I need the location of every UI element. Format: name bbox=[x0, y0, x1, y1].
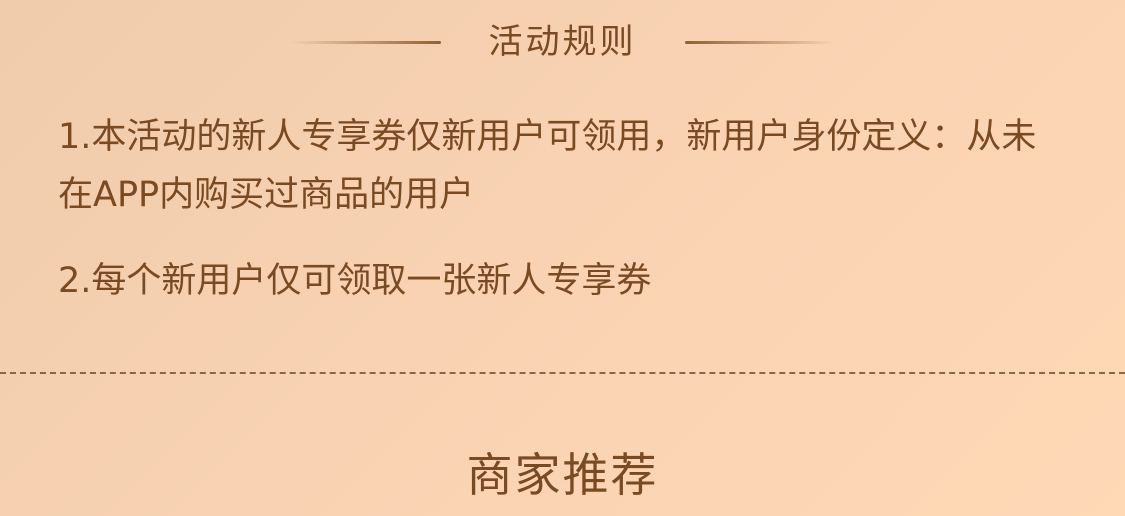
header-right-line bbox=[684, 40, 835, 44]
rules-header: 活动规则 bbox=[0, 14, 1125, 70]
rules-list: 1.本活动的新人专享券仅新用户可领用，新用户身份定义：从未在APP内购买过商品的… bbox=[58, 108, 1068, 310]
rule-item-1: 1.本活动的新人专享券仅新用户可领用，新用户身份定义：从未在APP内购买过商品的… bbox=[58, 117, 1037, 215]
header-left-line bbox=[290, 40, 441, 44]
dashed-divider bbox=[0, 372, 1125, 374]
activity-rules-page: 活动规则 1.本活动的新人专享券仅新用户可领用，新用户身份定义：从未在APP内购… bbox=[0, 0, 1125, 516]
rules-title: 活动规则 bbox=[488, 22, 637, 62]
merchant-recommendation-title: 商家推荐 bbox=[466, 448, 659, 502]
rule-item-2: 2.每个新用户仅可领取一张新人专享券 bbox=[58, 261, 652, 301]
